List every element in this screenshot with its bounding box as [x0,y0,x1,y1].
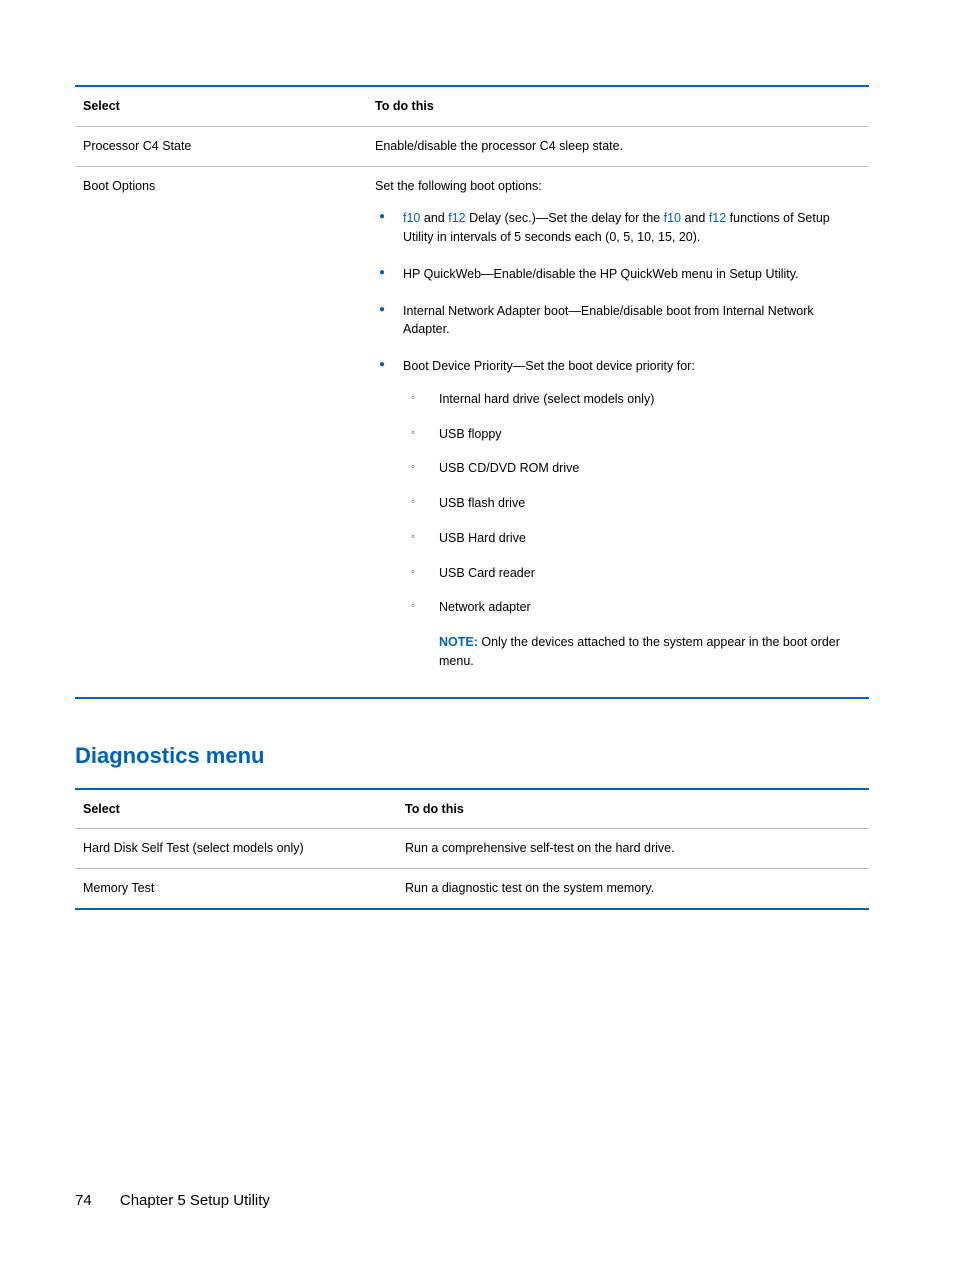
key-f10: f10 [664,211,681,225]
chapter-label: Chapter 5 Setup Utility [120,1192,270,1209]
diagnostics-table: Select To do this Hard Disk Self Test (s… [75,788,869,910]
page-number: 74 [75,1192,92,1209]
list-item: USB floppy [403,425,861,444]
list-item: Internal hard drive (select models only) [403,390,861,409]
list-item: USB Hard drive [403,529,861,548]
list-item: Network adapter NOTE: Only the devices a… [403,598,861,670]
boot-priority-sublist: Internal hard drive (select models only)… [403,390,861,671]
system-config-table: Select To do this Processor C4 State Ena… [75,85,869,699]
cell-action: Enable/disable the processor C4 sleep st… [375,126,869,166]
key-f10: f10 [403,211,420,225]
page-footer: 74 Chapter 5 Setup Utility [75,1190,270,1213]
table-row: Hard Disk Self Test (select models only)… [75,829,869,869]
note-label: NOTE: [439,635,478,649]
key-f12: f12 [448,211,465,225]
diagnostics-heading: Diagnostics menu [75,739,869,772]
table-row: Boot Options Set the following boot opti… [75,166,869,698]
cell-action: Set the following boot options: f10 and … [375,166,869,698]
table-header-action: To do this [375,86,869,126]
cell-action: Run a comprehensive self-test on the har… [405,829,869,869]
table-header-select: Select [75,86,375,126]
cell-select: Processor C4 State [75,126,375,166]
list-item: Boot Device Priority—Set the boot device… [375,357,861,671]
cell-action: Run a diagnostic test on the system memo… [405,869,869,909]
key-f12: f12 [709,211,726,225]
list-item: USB Card reader [403,564,861,583]
table-header-select: Select [75,789,405,829]
table-row: Memory Test Run a diagnostic test on the… [75,869,869,909]
list-item: Internal Network Adapter boot—Enable/dis… [375,302,861,340]
list-item: USB flash drive [403,494,861,513]
list-item: f10 and f12 Delay (sec.)—Set the delay f… [375,209,861,247]
note-text: Only the devices attached to the system … [439,635,840,668]
cell-select: Memory Test [75,869,405,909]
list-item: HP QuickWeb—Enable/disable the HP QuickW… [375,265,861,284]
sub-item-text: Network adapter [439,600,531,614]
boot-options-intro: Set the following boot options: [375,179,542,193]
boot-priority-text: Boot Device Priority—Set the boot device… [403,359,695,373]
cell-select: Boot Options [75,166,375,698]
list-item: USB CD/DVD ROM drive [403,459,861,478]
table-row: Processor C4 State Enable/disable the pr… [75,126,869,166]
note-block: NOTE: Only the devices attached to the s… [439,633,861,671]
boot-options-list: f10 and f12 Delay (sec.)—Set the delay f… [375,209,861,670]
table-header-action: To do this [405,789,869,829]
cell-select: Hard Disk Self Test (select models only) [75,829,405,869]
